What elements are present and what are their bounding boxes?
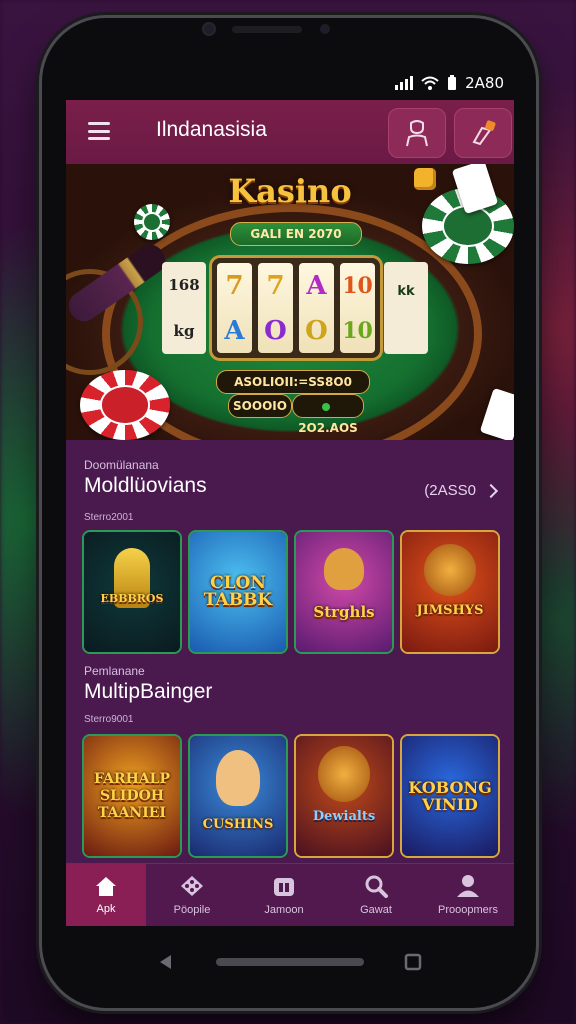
hero-banner[interactable]: Kasino GALI EN 2070 168 kg 7 A 7 O A O 1… — [66, 164, 514, 440]
reel-symbol: kk — [397, 284, 415, 299]
person-icon — [406, 120, 428, 147]
section-title: MultipBainger — [84, 680, 213, 703]
promo-button[interactable] — [454, 108, 512, 158]
game-tile[interactable]: JIMSHYS — [402, 532, 498, 652]
game-tile[interactable]: KOBONG VINID — [402, 736, 498, 856]
system-navigation-bar — [66, 926, 514, 996]
nav-label: Gawat — [360, 904, 392, 916]
recents-icon[interactable] — [404, 953, 422, 971]
bag-icon — [274, 878, 294, 896]
reel-symbol: A — [306, 270, 327, 301]
chip-stack-icon — [80, 370, 170, 440]
nav-label: Jamoon — [264, 904, 304, 916]
balance-left: SOOOIO — [228, 394, 292, 418]
app-screen: Ilndanasisia Kasino GALI EN 2070 168 kg … — [66, 100, 514, 926]
hero-subtitle: GALI EN 2070 — [230, 222, 362, 246]
reel: 7 O — [258, 263, 293, 353]
nav-label: Apk — [96, 903, 116, 915]
battery-icon — [448, 75, 457, 90]
side-reel-right: kk — [384, 262, 428, 354]
reel-symbol: A — [224, 315, 245, 346]
game-tile-label: CUSHINS — [202, 816, 274, 832]
section-featured: Doomülanana Moldlüovians Sterro2001 (2AS… — [84, 458, 499, 523]
user-icon — [457, 875, 479, 897]
game-tile-label: CLON TABBK — [203, 573, 273, 610]
signal-icon — [395, 76, 414, 90]
earpiece-speaker — [232, 26, 302, 33]
app-bar: Ilndanasisia — [66, 100, 514, 164]
balance-right: 2O2.AOS — [292, 394, 364, 435]
nav-item-search[interactable]: Gawat — [330, 864, 422, 926]
game-tile[interactable]: Dewialts — [296, 736, 392, 856]
tag-icon — [472, 120, 496, 146]
balance-right-value: 2O2.AOS — [298, 421, 358, 435]
search-icon — [365, 875, 388, 898]
reel-symbol: 10 — [342, 272, 373, 299]
back-icon[interactable] — [158, 954, 172, 970]
app-title: Ilndanasisia — [156, 118, 267, 141]
game-tile-label: KOBONG VINID — [408, 778, 492, 814]
lion-icon — [324, 548, 364, 590]
game-tile-label: Dewialts — [312, 808, 376, 824]
nav-item-profile[interactable]: Prooopmers — [422, 864, 514, 926]
slot-reels: 7 A 7 O A O 10 10 — [212, 258, 380, 358]
game-tile-label: JIMSHYS — [416, 602, 484, 618]
nav-item-home[interactable]: Apk — [66, 864, 146, 926]
front-camera — [204, 24, 214, 34]
lion-icon — [318, 746, 370, 802]
nav-item-people[interactable]: Pöopile — [146, 864, 238, 926]
nav-label: Pöopile — [173, 904, 211, 916]
reel-symbol: kg — [173, 322, 195, 340]
reel-symbol: O — [264, 315, 287, 346]
section-meta: Sterro9001 — [84, 714, 134, 725]
nav-label: Prooopmers — [438, 904, 498, 916]
game-tile[interactable]: CLON TABBK — [190, 532, 286, 652]
game-tile[interactable]: CUSHINS — [190, 736, 286, 856]
playing-card-icon — [479, 387, 514, 440]
reel-symbol: O — [305, 315, 328, 346]
home-gesture-bar[interactable] — [216, 958, 364, 966]
section-kicker: Pemlanane — [84, 664, 145, 678]
bottom-navigation: Apk Pöopile Jamoon Gawat Prooopmers — [66, 863, 514, 926]
dice-icon — [181, 876, 203, 896]
multiplayer-games-row: FARHALP SLIDOH TAANIEI CUSHINS Dewialts … — [84, 736, 498, 856]
see-all-label: (2ASS0 — [424, 482, 476, 499]
section-meta: Sterro2001 — [84, 512, 134, 523]
jackpot-banner: ASOLIOII:=SS8O0 — [216, 370, 370, 394]
wifi-icon — [421, 76, 439, 90]
hamburger-menu-button[interactable] — [88, 122, 110, 140]
see-all-link[interactable]: (2ASS0 — [424, 482, 499, 499]
reel: A O — [299, 263, 334, 353]
reel: 7 A — [217, 263, 252, 353]
game-tile[interactable]: EBBBROS — [84, 532, 180, 652]
reel-symbol: 7 — [225, 270, 244, 301]
game-tile[interactable]: Strghls — [296, 532, 392, 652]
nav-item-jamoon[interactable]: Jamoon — [238, 864, 330, 926]
section-kicker: Doomülanana — [84, 458, 159, 472]
side-reel-left: 168 kg — [162, 262, 206, 354]
home-icon — [96, 877, 116, 896]
hero-title: Kasino — [228, 172, 352, 210]
status-time: 2A80 — [465, 74, 504, 92]
proximity-sensor — [320, 24, 330, 34]
profile-button[interactable] — [388, 108, 446, 158]
game-tile-label: FARHALP SLIDOH TAANIEI — [93, 770, 171, 821]
reel: 10 10 — [340, 263, 375, 353]
tiger-icon — [424, 544, 476, 596]
chevron-right-icon — [483, 483, 499, 498]
game-tile-label: Strghls — [313, 602, 375, 621]
reel-symbol: 10 — [342, 317, 373, 344]
portrait-icon — [216, 750, 260, 806]
game-tile-label: EBBBROS — [100, 591, 164, 605]
featured-games-row: EBBBROS CLON TABBK Strghls JIMSHYS — [84, 532, 498, 652]
section-multiplayer: Pemlanane MultipBainger Sterro9001 — [84, 664, 496, 725]
status-bar: 2A80 — [66, 66, 514, 100]
reel-symbol: 168 — [168, 276, 200, 294]
reel-symbol: 7 — [266, 270, 285, 301]
game-tile[interactable]: FARHALP SLIDOH TAANIEI — [84, 736, 180, 856]
